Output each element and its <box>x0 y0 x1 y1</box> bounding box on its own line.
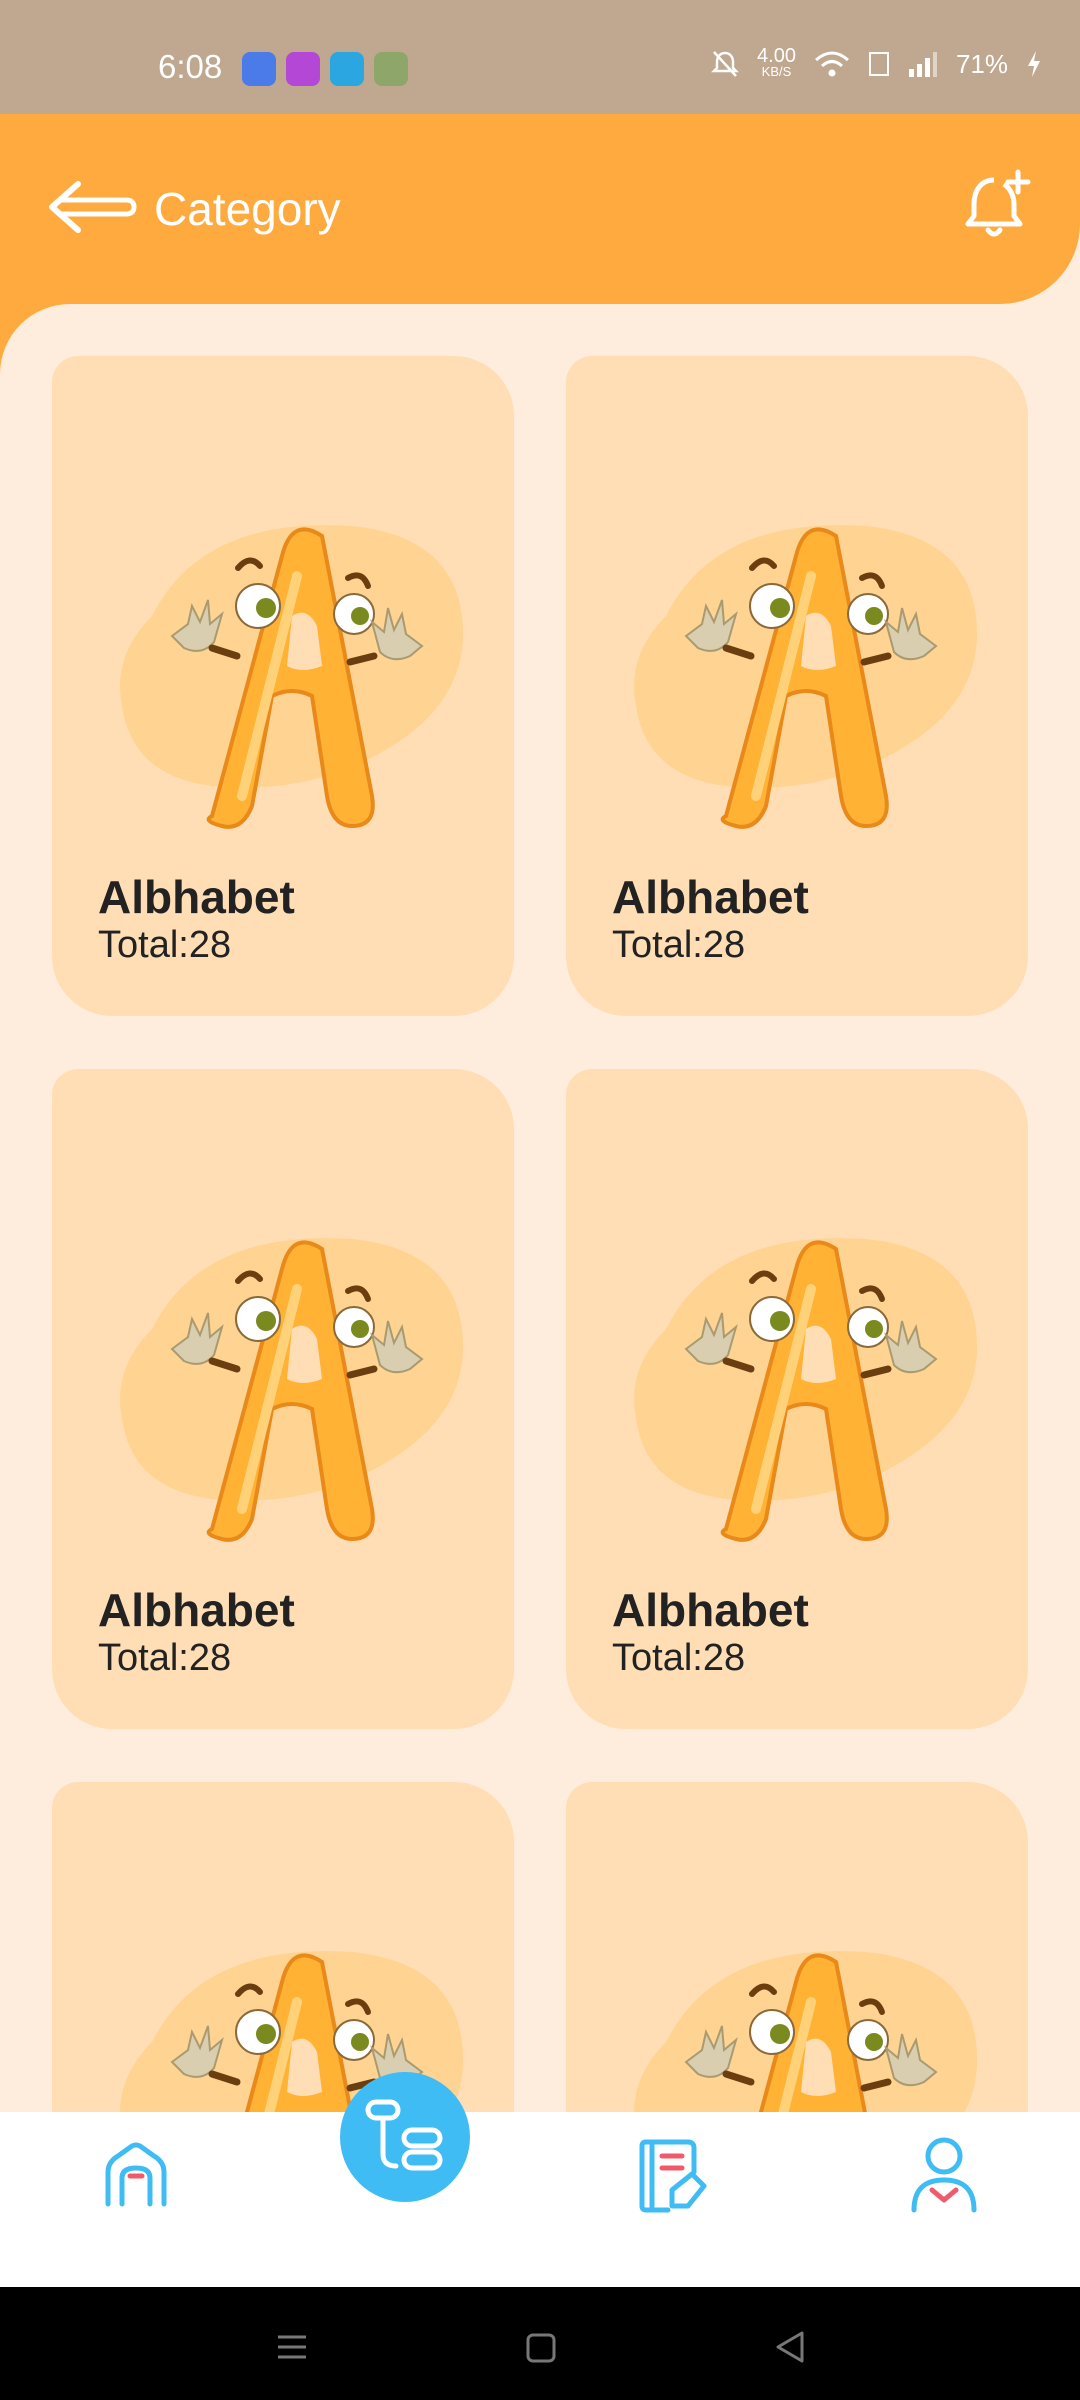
card-count: Total:28 <box>612 924 746 966</box>
card-count: Total:28 <box>98 1637 232 1679</box>
card-title: Albhabet <box>98 1584 295 1636</box>
app-notification-icon <box>242 52 276 86</box>
category-card[interactable]: Albhabet Total:28 <box>566 356 1028 1016</box>
letter-a-illustration <box>634 1238 978 1542</box>
status-time: 6:08 <box>158 48 223 85</box>
back-arrow-icon[interactable] <box>44 172 144 242</box>
category-grid: Albhabet Total:28 Albhabet Total:28 Albh… <box>0 304 1080 2114</box>
mute-icon <box>711 51 740 77</box>
battery-level: 71% <box>955 48 1008 79</box>
app-notification-icon <box>330 52 364 86</box>
status-bar: 6:08 4.00 KB/S 71% <box>0 0 1080 114</box>
wifi-icon <box>814 51 849 77</box>
page-title: Category <box>154 183 341 235</box>
card-title: Albhabet <box>98 871 295 923</box>
category-card[interactable]: Albhabet Total:28 <box>566 1069 1028 1729</box>
card-title: Albhabet <box>612 1584 809 1636</box>
back-triangle-icon[interactable] <box>770 2327 810 2367</box>
charging-icon <box>1028 51 1040 77</box>
app-header: Category <box>0 114 1080 304</box>
profile-icon[interactable] <box>904 2134 984 2214</box>
network-speed: 4.00 KB/S <box>757 45 796 79</box>
bell-plus-icon[interactable] <box>958 166 1038 246</box>
recents-icon[interactable] <box>272 2327 312 2367</box>
home-icon[interactable] <box>96 2134 176 2214</box>
status-indicators: 4.00 KB/S 71% <box>711 45 1042 80</box>
letter-a-illustration <box>634 525 978 829</box>
home-square-icon[interactable] <box>520 2327 560 2367</box>
app-notification-icon <box>286 52 320 86</box>
letter-a-illustration <box>634 1951 978 2114</box>
book-edit-icon[interactable] <box>632 2134 712 2214</box>
card-title: Albhabet <box>612 871 809 923</box>
category-card[interactable] <box>566 1782 1028 2114</box>
apps-icon <box>365 2099 443 2171</box>
category-card[interactable]: Albhabet Total:28 <box>52 356 514 1016</box>
card-count: Total:28 <box>612 1637 746 1679</box>
letter-a-illustration <box>120 525 464 829</box>
system-navigation-bar <box>0 2287 1080 2400</box>
status-app-icons <box>242 52 408 86</box>
letter-a-illustration <box>120 1238 464 1542</box>
category-card[interactable] <box>52 1782 514 2114</box>
app-notification-icon <box>374 52 408 86</box>
category-card[interactable]: Albhabet Total:28 <box>52 1069 514 1729</box>
volte-icon <box>868 52 889 76</box>
signal-icon <box>908 52 937 77</box>
center-action-button[interactable] <box>340 2072 470 2202</box>
card-count: Total:28 <box>98 924 232 966</box>
